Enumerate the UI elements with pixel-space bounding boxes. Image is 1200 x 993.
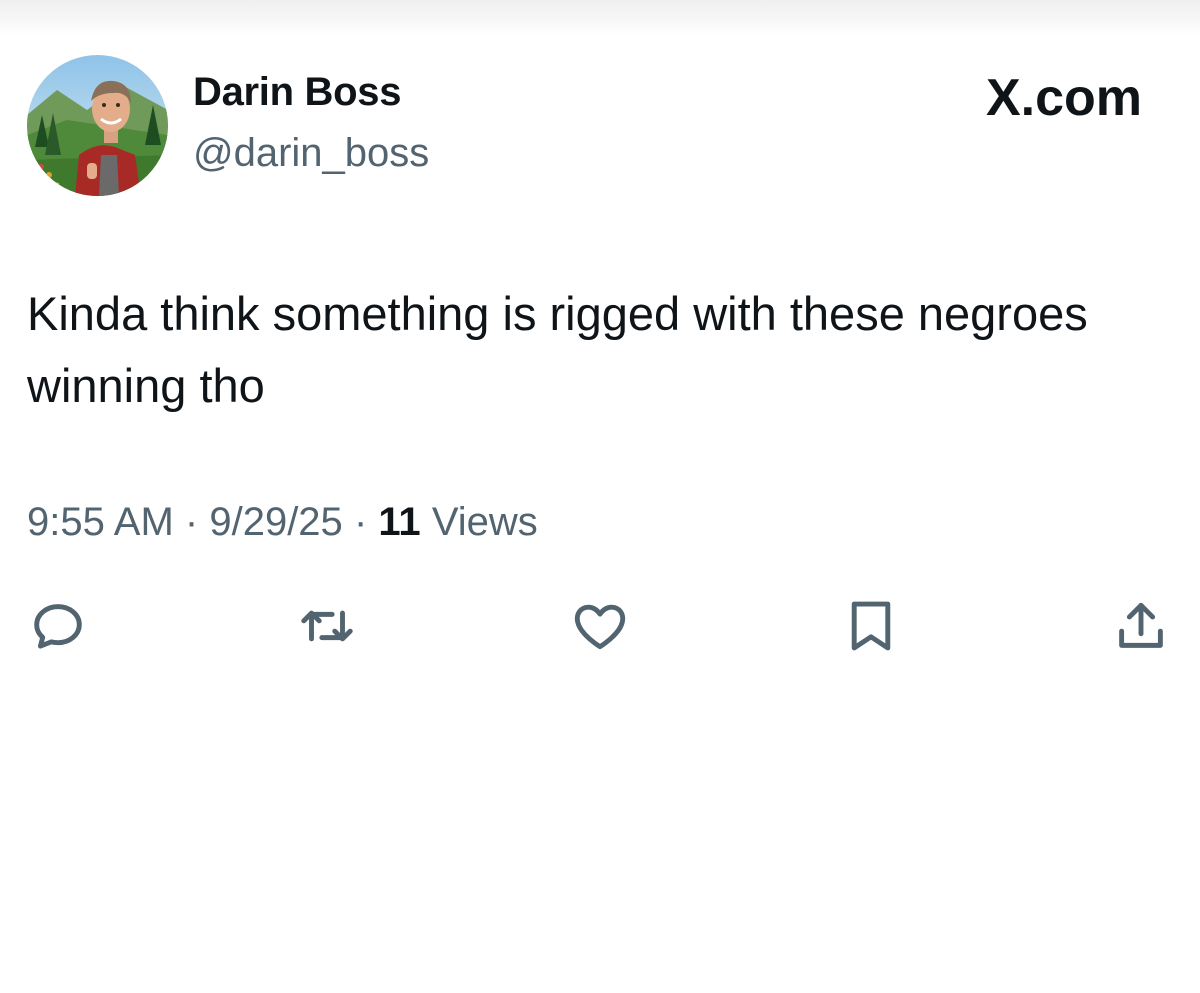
meta-separator: · — [353, 500, 368, 544]
meta-separator: · — [184, 500, 199, 544]
share-icon — [1119, 602, 1163, 648]
tweet-time[interactable]: 9:55 AM — [27, 500, 174, 544]
heart-icon — [574, 604, 626, 650]
top-strip — [0, 0, 1200, 36]
tweet-meta: 9:55 AM · 9/29/25 · 11 Views — [27, 500, 538, 545]
views-label: Views — [431, 500, 538, 544]
brand-label: X.com — [985, 69, 1142, 127]
user-handle[interactable]: @darin_boss — [193, 131, 429, 176]
bookmark-button[interactable] — [840, 595, 902, 657]
reply-icon — [34, 604, 82, 649]
retweet-icon — [301, 610, 353, 642]
share-button[interactable] — [1110, 595, 1172, 657]
like-button[interactable] — [569, 595, 631, 657]
action-bar — [0, 595, 1200, 665]
bookmark-icon — [851, 601, 891, 651]
reply-button[interactable] — [27, 595, 89, 657]
avatar[interactable] — [27, 55, 168, 196]
tweet-screenshot: Darin Boss @darin_boss X.com Kinda think… — [0, 0, 1200, 993]
tweet-date[interactable]: 9/29/25 — [209, 500, 342, 544]
views-count: 11 — [378, 500, 421, 544]
retweet-button[interactable] — [296, 595, 358, 657]
display-name[interactable]: Darin Boss — [193, 70, 401, 115]
tweet-text: Kinda think something is rigged with the… — [27, 287, 1088, 412]
avatar-image — [27, 55, 168, 196]
